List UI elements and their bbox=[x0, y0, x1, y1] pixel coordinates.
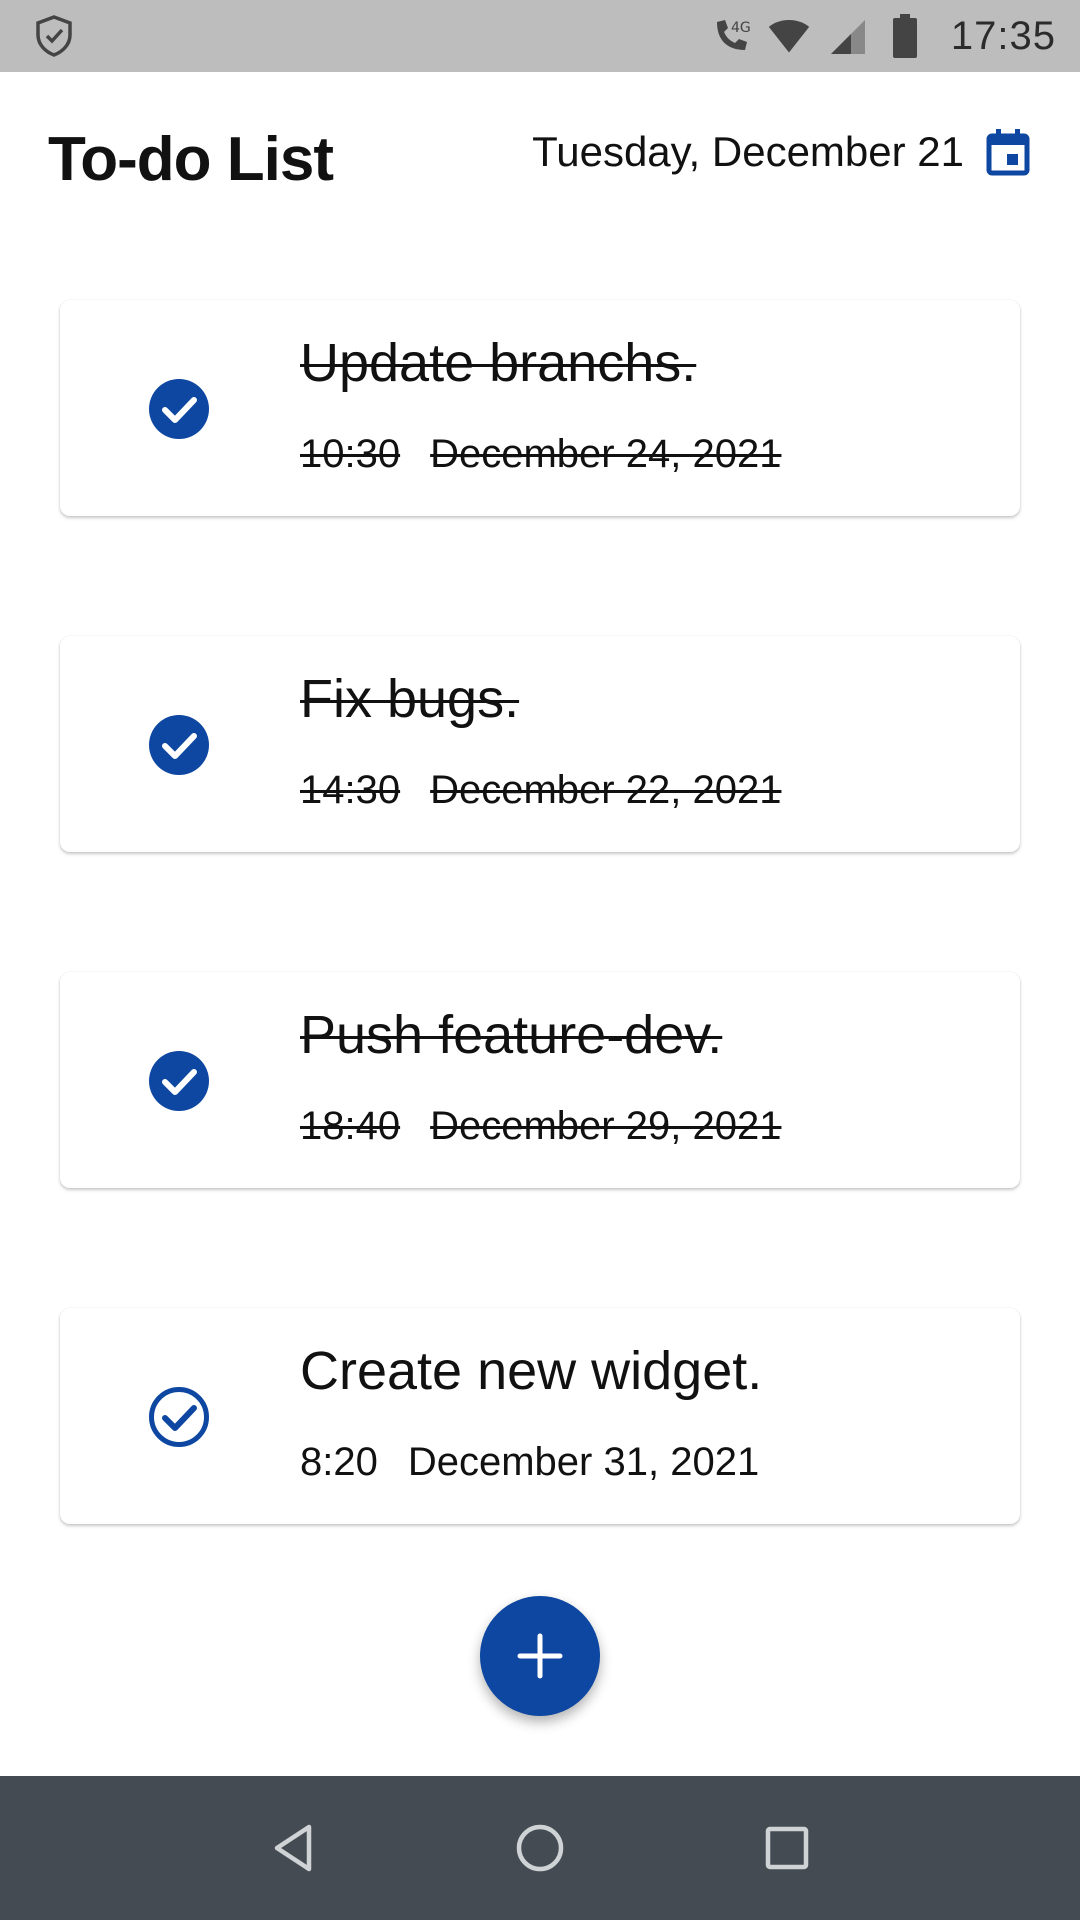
checked-circle-icon[interactable] bbox=[148, 714, 210, 776]
task-time: 18:40 bbox=[300, 1104, 401, 1148]
task-time: 8:20 bbox=[300, 1440, 378, 1484]
unchecked-circle-icon[interactable] bbox=[148, 1386, 210, 1448]
task-meta: 18:40 December 29, 2021 bbox=[300, 1104, 781, 1149]
status-bar: 4G 17:35 bbox=[0, 0, 1080, 72]
back-button[interactable] bbox=[258, 1813, 328, 1883]
battery-icon bbox=[883, 14, 927, 58]
shield-icon bbox=[36, 15, 72, 57]
task-title: Create new widget. bbox=[300, 1341, 763, 1401]
task-meta: 14:30 December 22, 2021 bbox=[300, 768, 781, 813]
checked-circle-icon[interactable] bbox=[148, 378, 210, 440]
app-header: To-do List Tuesday, December 21 bbox=[0, 72, 1080, 242]
home-button[interactable] bbox=[505, 1813, 575, 1883]
call-4g-icon: 4G bbox=[709, 14, 753, 58]
back-icon bbox=[275, 1824, 312, 1872]
calendar-icon[interactable] bbox=[986, 128, 1030, 176]
system-nav-bar bbox=[0, 1776, 1080, 1920]
wifi-icon bbox=[767, 14, 811, 58]
checked-circle-icon[interactable] bbox=[148, 1050, 210, 1112]
date-selector[interactable]: Tuesday, December 21 bbox=[532, 128, 1030, 176]
task-date: December 22, 2021 bbox=[430, 768, 782, 812]
recents-button[interactable] bbox=[752, 1813, 822, 1883]
current-date: Tuesday, December 21 bbox=[532, 128, 964, 175]
home-icon bbox=[516, 1824, 564, 1872]
network-label: 4G bbox=[731, 20, 751, 36]
task-title: Update branchs. bbox=[300, 333, 697, 393]
add-task-button[interactable] bbox=[480, 1596, 600, 1716]
task-card[interactable]: Push feature-dev. 18:40 December 29, 2021 bbox=[60, 972, 1020, 1188]
task-title: Fix bugs. bbox=[300, 669, 520, 729]
plus-icon bbox=[517, 1633, 563, 1679]
task-date: December 31, 2021 bbox=[407, 1440, 760, 1484]
task-card[interactable]: Fix bugs. 14:30 December 22, 2021 bbox=[60, 636, 1020, 852]
status-icons: 4G 17:35 bbox=[709, 0, 1056, 72]
task-time: 10:30 bbox=[300, 432, 401, 476]
task-time: 14:30 bbox=[300, 768, 401, 812]
cell-signal-icon bbox=[825, 14, 869, 58]
task-meta: 8:20 December 31, 2021 bbox=[300, 1440, 759, 1485]
task-title: Push feature-dev. bbox=[300, 1005, 723, 1065]
page-title: To-do List bbox=[48, 125, 334, 194]
recents-icon bbox=[765, 1826, 808, 1870]
task-date: December 24, 2021 bbox=[430, 432, 782, 476]
task-card[interactable]: Update branchs. 10:30 December 24, 2021 bbox=[60, 300, 1020, 516]
task-date: December 29, 2021 bbox=[430, 1104, 782, 1148]
task-meta: 10:30 December 24, 2021 bbox=[300, 432, 781, 477]
task-card[interactable]: Create new widget. 8:20 December 31, 2021 bbox=[60, 1308, 1020, 1524]
clock: 17:35 bbox=[950, 13, 1056, 58]
